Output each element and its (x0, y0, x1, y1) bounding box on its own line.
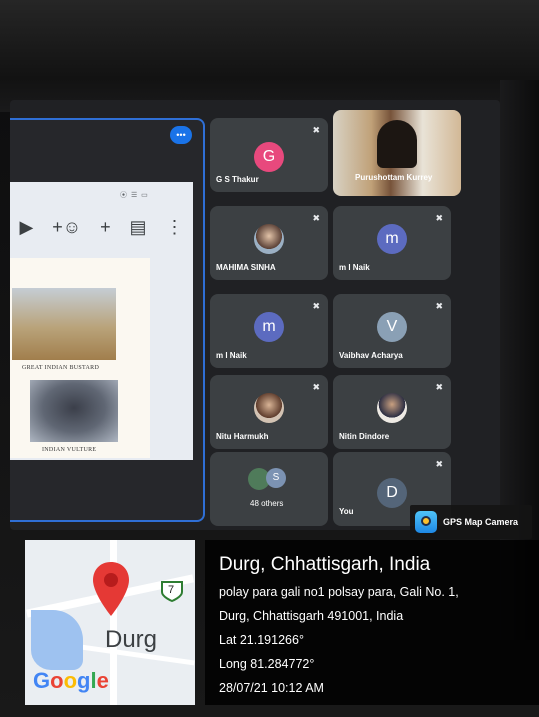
avatar: G (254, 142, 284, 172)
avatar: m (377, 224, 407, 254)
participant-name: m l Naik (339, 263, 370, 272)
mic-off-icon: ✖ (435, 382, 443, 392)
chat-icon[interactable]: ▤ (130, 217, 147, 238)
presentation-indicator-badge[interactable]: ••• (170, 126, 192, 144)
participant-tile[interactable]: ✖ MAHIMA SINHA (210, 206, 328, 280)
vulture-photo (30, 380, 118, 442)
mic-off-icon: ✖ (312, 301, 320, 311)
mic-off-icon: ✖ (312, 125, 320, 135)
participant-name: MAHIMA SINHA (216, 263, 276, 272)
others-count: 48 others (250, 499, 284, 508)
participant-name: Nitu Harmukh (216, 432, 269, 441)
participant-name: G S Thakur (216, 175, 259, 184)
avatar: m (254, 312, 284, 342)
longitude: Long 81.284772° (219, 657, 315, 671)
timestamp: 28/07/21 10:12 AM (219, 681, 324, 695)
person-silhouette (377, 120, 417, 168)
bustard-photo (12, 288, 116, 360)
participant-tile[interactable]: m ✖ m l Naik (210, 294, 328, 368)
mic-off-icon: ✖ (312, 382, 320, 392)
laptop-bezel-top (0, 0, 539, 112)
address-line-2: Durg, Chhattisgarh 491001, India (219, 609, 404, 623)
photo-frame: ••• ⦿ ☰ ▭ ▶ +☺ + ▤ ⋮ GREAT INDIAN BUSTAR… (0, 0, 539, 717)
participant-tile[interactable]: ✖ Nitin Dindore (333, 375, 451, 449)
avatar: S (266, 468, 286, 488)
avatar: D (377, 478, 407, 508)
participant-tile-video[interactable]: Purushottam Kurrey (333, 110, 461, 196)
participant-name: m l Naik (216, 351, 247, 360)
gps-app-badge: GPS Map Camera (410, 505, 532, 539)
avatar (377, 393, 407, 423)
slide-caption-bustard: GREAT INDIAN BUSTARD (22, 365, 100, 371)
participant-tile[interactable]: V ✖ Vaibhav Acharya (333, 294, 451, 368)
play-icon[interactable]: ▶ (19, 217, 33, 238)
participant-tile-others[interactable]: S 48 others (210, 452, 328, 526)
participant-name: Nitin Dindore (339, 432, 390, 441)
avatar (254, 224, 284, 254)
mic-off-icon: ✖ (312, 213, 320, 223)
participant-tile[interactable]: ✖ Nitu Harmukh (210, 375, 328, 449)
map-city-label: Durg (105, 626, 158, 653)
shared-app-toolbar: ▶ +☺ + ▤ ⋮ (10, 212, 193, 242)
location-info-panel: Durg, Chhattisgarh, India polay para gal… (205, 540, 539, 705)
more-options-icon[interactable]: ⋮ (165, 217, 183, 238)
map-pin-icon (93, 562, 129, 616)
participant-name: You (339, 507, 354, 516)
google-logo: Google (33, 668, 109, 693)
participant-name: Vaibhav Acharya (339, 351, 403, 360)
map-water (31, 610, 83, 670)
add-icon[interactable]: + (100, 217, 111, 238)
avatar (254, 393, 284, 423)
gps-camera-icon (415, 511, 437, 533)
gps-app-name: GPS Map Camera (443, 517, 519, 527)
participant-name: Purushottam Kurrey (355, 173, 433, 182)
location-map: 7 Durg Google (25, 540, 195, 705)
highway-number: 7 (168, 584, 175, 596)
mic-off-icon: ✖ (435, 213, 443, 223)
latitude: Lat 21.191266° (219, 633, 304, 647)
slide-caption-vulture: INDIAN VULTURE (42, 447, 97, 453)
location-title: Durg, Chhattisgarh, India (219, 554, 431, 575)
avatar: V (377, 312, 407, 342)
participant-tile[interactable]: m ✖ m l Naik (333, 206, 451, 280)
mic-off-icon: ✖ (435, 459, 443, 469)
address-line-1: polay para gali no1 polsay para, Gali No… (219, 585, 459, 599)
device-status-icons: ⦿ ☰ ▭ (120, 192, 149, 199)
mic-off-icon: ✖ (435, 301, 443, 311)
add-person-icon[interactable]: +☺ (52, 217, 81, 238)
participant-tile[interactable]: G ✖ G S Thakur (210, 118, 328, 192)
